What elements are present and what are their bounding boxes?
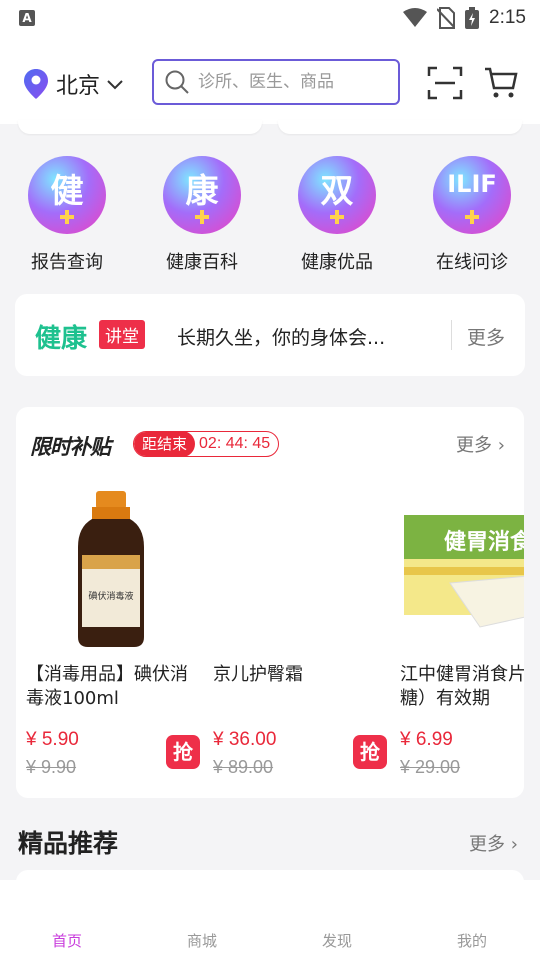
quick-entry-label: 健康优品 <box>301 252 373 273</box>
quick-entry-consult[interactable]: ILIF 在线问诊 <box>417 156 527 274</box>
online-consult-icon: ILIF <box>433 156 511 234</box>
quick-entry-label: 在线问诊 <box>436 252 508 273</box>
flash-sale-section: 限时补贴 距结束 02: 44: 45 更多 › 碘伏消毒液 【消毒用品】碘伏消… <box>16 407 524 798</box>
flash-sale-title: 限时补贴 <box>30 435 111 459</box>
battery-icon <box>465 7 480 29</box>
location-label: 北京 <box>56 74 101 99</box>
product-name: 江中健胃消食片（无糖）有效期 <box>400 664 524 709</box>
status-bar: A 2:15 <box>0 0 540 38</box>
health-lecture-card[interactable]: 健康 讲堂 长期久坐，你的身体会... 更多 <box>15 294 525 376</box>
product-name: 京儿护臀霜 <box>213 664 303 685</box>
lecture-tag: 讲堂 <box>99 320 145 349</box>
bottom-tab-bar: 首页 商城 发现 我的 <box>0 880 540 960</box>
product-image-placeholder <box>213 487 383 657</box>
countdown-label: 距结束 <box>134 432 196 456</box>
location-pin-icon <box>24 69 48 99</box>
banner-card-right[interactable] <box>278 120 522 134</box>
location-selector[interactable]: 北京 <box>24 68 124 100</box>
product-image-label: 碘伏消毒液 <box>88 590 133 602</box>
quick-entry-products[interactable]: 双 健康优品 <box>282 156 392 274</box>
tab-mall[interactable]: 商城 <box>162 930 242 951</box>
countdown-timer: 距结束 02: 44: 45 <box>133 431 280 457</box>
product-price: ¥ 6.99 <box>400 729 453 750</box>
product-card[interactable]: 碘伏消毒液 【消毒用品】碘伏消毒液100ml ¥ 5.90 ¥ 9.90 抢 <box>26 487 211 787</box>
product-card[interactable]: 京儿护臀霜 ¥ 36.00 ¥ 89.00 抢 <box>213 487 398 787</box>
lecture-logo: 健康 <box>35 324 88 354</box>
no-sim-icon <box>437 7 456 29</box>
banner-card-left[interactable] <box>18 120 262 134</box>
status-time: 2:15 <box>489 7 526 28</box>
banner-cards <box>0 120 540 140</box>
report-query-icon: 健 <box>28 156 106 234</box>
quick-entry-encyclopedia[interactable]: 康 健康百科 <box>147 156 257 274</box>
health-encyclopedia-icon: 康 <box>163 156 241 234</box>
tab-discover[interactable]: 发现 <box>297 930 377 951</box>
product-name: 【消毒用品】碘伏消毒液100ml <box>26 664 188 709</box>
lecture-headline[interactable]: 长期久坐，你的身体会... <box>177 323 417 350</box>
grab-button[interactable]: 抢 <box>166 735 200 769</box>
search-input[interactable] <box>198 69 388 95</box>
countdown-value: 02: 44: 45 <box>199 435 271 452</box>
search-icon <box>165 70 189 94</box>
quick-entry-report[interactable]: 健 报告查询 <box>12 156 122 274</box>
recommend-title: 精品推荐 <box>18 829 119 858</box>
chevron-down-icon <box>107 80 123 90</box>
product-image-digestion-tablets: 健胃消食片 <box>404 515 524 628</box>
divider <box>451 320 452 350</box>
quick-entries: 健 报告查询 康 健康百科 双 健康优品 ILIF 在线问诊 <box>0 156 540 276</box>
health-products-icon: 双 <box>298 156 376 234</box>
product-price: ¥ 36.00 <box>213 729 277 750</box>
tab-home[interactable]: 首页 <box>27 930 107 951</box>
quick-entry-label: 健康百科 <box>166 252 238 273</box>
cart-icon[interactable] <box>484 66 518 100</box>
product-price: ¥ 5.90 <box>26 729 79 750</box>
flash-sale-more-link[interactable]: 更多 › <box>456 431 505 457</box>
product-original-price: ¥ 89.00 <box>213 757 274 777</box>
wifi-icon <box>403 8 428 27</box>
grab-button[interactable]: 抢 <box>353 735 387 769</box>
product-original-price: ¥ 9.90 <box>26 757 77 777</box>
recommend-more-link[interactable]: 更多 › <box>469 830 518 856</box>
search-box[interactable] <box>152 59 400 105</box>
lecture-more-link[interactable]: 更多 <box>467 323 505 350</box>
product-original-price: ¥ 29.00 <box>400 757 461 777</box>
scan-icon[interactable] <box>427 66 463 100</box>
tab-mine[interactable]: 我的 <box>432 930 512 951</box>
top-header: 北京 <box>0 38 540 124</box>
product-card[interactable]: 健胃消食片 江中健胃消食片（无糖）有效期 ¥ 6.99 ¥ 29.00 <box>400 487 524 787</box>
quick-entry-label: 报告查询 <box>31 252 103 273</box>
product-image-iodine: 碘伏消毒液 <box>78 491 144 647</box>
app-notification-icon: A <box>19 10 35 26</box>
product-image-label: 健胃消食片 <box>444 529 524 555</box>
